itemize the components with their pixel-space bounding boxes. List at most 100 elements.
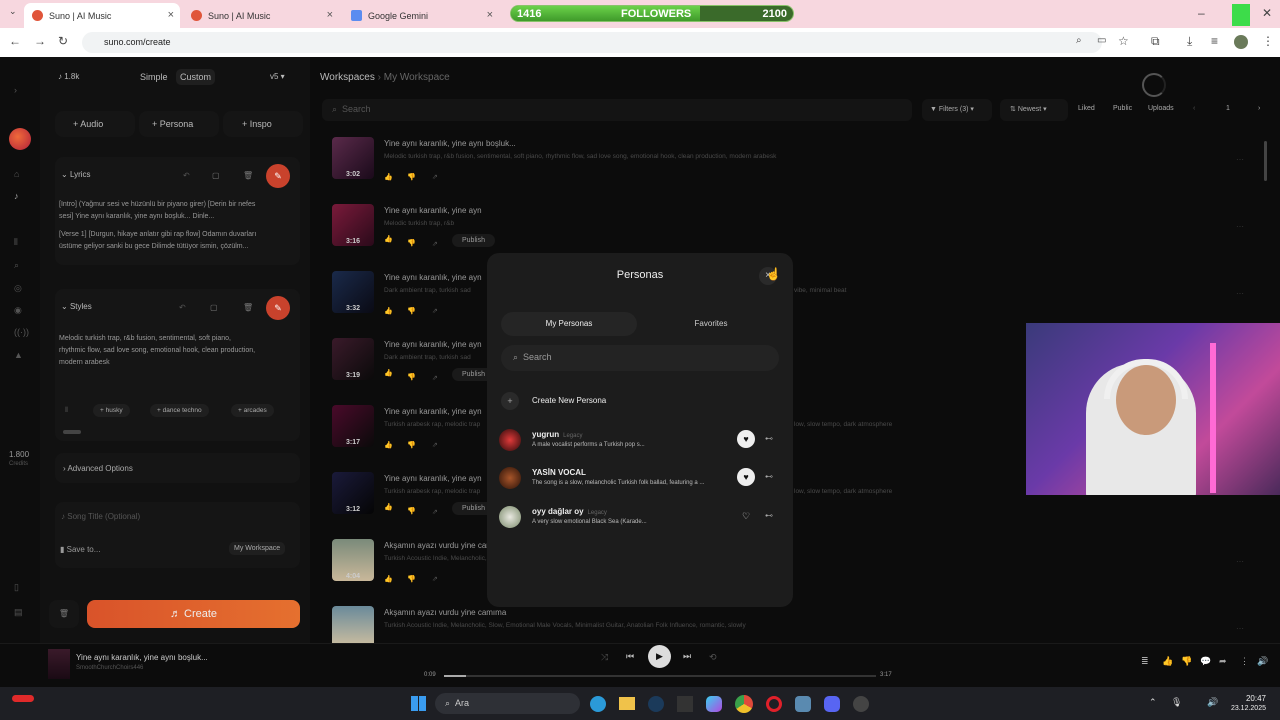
docs-icon[interactable]: ▤ xyxy=(14,607,23,618)
queue-icon[interactable]: ≣ xyxy=(1141,656,1149,667)
persona-link-icon[interactable]: ⊷ xyxy=(765,434,773,443)
dislike-song-icon[interactable]: 👎 xyxy=(407,441,416,449)
tab-search-icon[interactable]: ⌄ xyxy=(9,6,17,17)
dislike-icon[interactable]: 👎 xyxy=(1181,656,1192,667)
copilot-icon[interactable] xyxy=(706,696,722,712)
settings-app-icon[interactable] xyxy=(795,696,811,712)
like-song-icon[interactable]: 👍 xyxy=(384,575,393,583)
clear-form-button[interactable]: 🗑 xyxy=(49,600,79,628)
list-scrollbar[interactable] xyxy=(1264,141,1267,181)
lyrics-undo-icon[interactable]: ↶ xyxy=(183,171,190,180)
forward-icon[interactable]: → xyxy=(34,34,46,48)
like-song-icon[interactable]: 👍 xyxy=(384,503,393,511)
create-button[interactable]: ♬ Create xyxy=(87,600,300,628)
styles-textarea[interactable]: Melodic turkish trap, r&b fusion, sentim… xyxy=(59,333,259,369)
persona-item-yasin-vocal[interactable]: YASİN VOCAL The song is a slow, melancho… xyxy=(499,466,781,496)
install-app-icon[interactable]: ▭ xyxy=(1097,35,1106,46)
like-song-icon[interactable]: 👍 xyxy=(384,173,393,181)
version-select[interactable]: v5 ▾ xyxy=(270,72,285,81)
add-audio-button[interactable]: + Audio xyxy=(55,111,135,137)
styles-ai-button[interactable]: ✎ xyxy=(266,296,290,320)
mode-custom-tab[interactable]: Custom xyxy=(176,69,216,85)
persona-item-yugrun[interactable]: yugrun Legacy A male vocalist performs a … xyxy=(499,428,781,458)
reading-list-icon[interactable]: ≡ xyxy=(1211,34,1218,48)
file-explorer-icon[interactable] xyxy=(619,697,635,710)
add-persona-button[interactable]: + Persona xyxy=(139,111,219,137)
suno-logo[interactable] xyxy=(9,128,31,150)
expand-rail-icon[interactable]: › xyxy=(14,85,17,95)
clock-time[interactable]: 20:47 xyxy=(1220,694,1266,703)
dislike-song-icon[interactable]: 👎 xyxy=(407,173,416,181)
like-song-icon[interactable]: 👍 xyxy=(384,441,393,449)
styles-delete-icon[interactable]: 🗑 xyxy=(243,303,253,312)
trash-nav-icon[interactable]: ▯ xyxy=(14,582,19,593)
tags-scrollbar[interactable] xyxy=(63,430,81,434)
public-filter[interactable]: Public xyxy=(1113,105,1132,112)
progress-track[interactable] xyxy=(444,675,876,677)
windows-start-icon[interactable] xyxy=(411,696,426,711)
song-menu-icon[interactable]: ⋯ xyxy=(1236,155,1244,164)
profile-avatar[interactable] xyxy=(1234,35,1248,49)
browser-menu-icon[interactable]: ⋮ xyxy=(1262,34,1274,48)
create-icon[interactable]: ♪ xyxy=(14,191,19,201)
reload-icon[interactable]: ↻ xyxy=(58,34,68,48)
add-inspo-button[interactable]: + Inspo xyxy=(223,111,303,137)
lyrics-header[interactable]: ⌄ Lyrics xyxy=(61,170,91,179)
song-menu-icon[interactable]: ⋯ xyxy=(1236,289,1244,298)
dislike-song-icon[interactable]: 👎 xyxy=(407,373,416,381)
song-menu-icon[interactable]: ⋯ xyxy=(1236,624,1244,633)
home-icon[interactable]: ⌂ xyxy=(14,169,19,179)
sort-button[interactable]: ⇅ Newest ▾ xyxy=(1000,99,1068,121)
comment-icon[interactable]: 💬 xyxy=(1200,656,1211,667)
song-row[interactable]: 3:02 Yine aynı karanlık, yine aynı boşluk… xyxy=(332,137,1252,197)
now-playing-artist[interactable]: SmoothChurchChoirs446 xyxy=(76,665,143,671)
more-song-icon[interactable]: ⇗ xyxy=(432,508,438,516)
more-song-icon[interactable]: ⇗ xyxy=(432,307,438,315)
tray-chevron-icon[interactable]: ⌃ xyxy=(1149,697,1157,708)
more-song-icon[interactable]: ⇗ xyxy=(432,240,438,248)
shuffle-icon[interactable]: ⤨ xyxy=(601,652,608,663)
song-title[interactable]: Yine aynı karanlık, yine ayn xyxy=(384,206,482,215)
breadcrumb-root[interactable]: Workspaces xyxy=(320,72,375,83)
song-title[interactable]: Yine aynı karanlık, yine ayn xyxy=(384,273,482,282)
tag-husky[interactable]: + husky xyxy=(93,404,130,417)
tab-gemini[interactable]: Google Gemini × xyxy=(343,3,499,28)
tab-favorites[interactable]: Favorites xyxy=(643,312,779,336)
mode-simple-tab[interactable]: Simple xyxy=(140,72,168,82)
workspace-select[interactable]: My Workspace xyxy=(229,542,286,555)
workspace-search-input[interactable]: ⌕ Search xyxy=(322,99,912,121)
download-icon[interactable]: ⤓ xyxy=(1187,34,1192,49)
obs-icon[interactable] xyxy=(853,696,869,712)
clock-date[interactable]: 23.12.2025 xyxy=(1210,705,1266,712)
bookmark-star-icon[interactable]: ☆ xyxy=(1118,34,1129,48)
prev-page-icon[interactable]: ‹ xyxy=(1193,105,1195,112)
song-title[interactable]: Yine aynı karanlık, yine ayn xyxy=(384,407,482,416)
dislike-song-icon[interactable]: 👎 xyxy=(407,507,416,515)
library-icon[interactable]: ⫴ xyxy=(14,237,18,248)
back-icon[interactable]: ← xyxy=(9,34,21,48)
song-title[interactable]: Yine aynı karanlık, yine ayn xyxy=(384,340,482,349)
dislike-song-icon[interactable]: 👎 xyxy=(407,307,416,315)
close-tab-icon[interactable]: × xyxy=(487,9,493,21)
like-song-icon[interactable]: 👍 xyxy=(384,235,393,243)
app-icon[interactable] xyxy=(677,696,693,712)
url-field[interactable]: suno.com/create xyxy=(82,32,1102,53)
song-title[interactable]: Yine aynı karanlık, yine aynı boşluk... xyxy=(384,139,516,148)
song-cover[interactable] xyxy=(332,606,374,648)
previous-track-icon[interactable]: ⏮ xyxy=(626,651,634,662)
tag-dance-techno[interactable]: + dance techno xyxy=(150,404,209,417)
hooks-icon[interactable]: ◉ xyxy=(14,305,22,316)
lyrics-delete-icon[interactable]: 🗑 xyxy=(243,171,253,180)
explore-icon[interactable]: ◎ xyxy=(14,283,22,294)
song-menu-icon[interactable]: ⋯ xyxy=(1236,557,1244,566)
tab-suno-1[interactable]: Suno | AI Music × xyxy=(24,3,180,28)
close-tab-icon[interactable]: × xyxy=(168,9,174,21)
like-song-icon[interactable]: 👍 xyxy=(384,307,393,315)
song-menu-icon[interactable]: ⋯ xyxy=(1236,222,1244,231)
persona-search-input[interactable]: ⌕ Search xyxy=(501,345,779,371)
persona-link-icon[interactable]: ⊷ xyxy=(765,511,773,520)
like-icon[interactable]: 👍 xyxy=(1162,656,1173,667)
notifications-icon[interactable]: ▲ xyxy=(14,350,23,360)
next-track-icon[interactable]: ⏭ xyxy=(683,651,691,662)
lyrics-ai-button[interactable]: ✎ xyxy=(266,164,290,188)
